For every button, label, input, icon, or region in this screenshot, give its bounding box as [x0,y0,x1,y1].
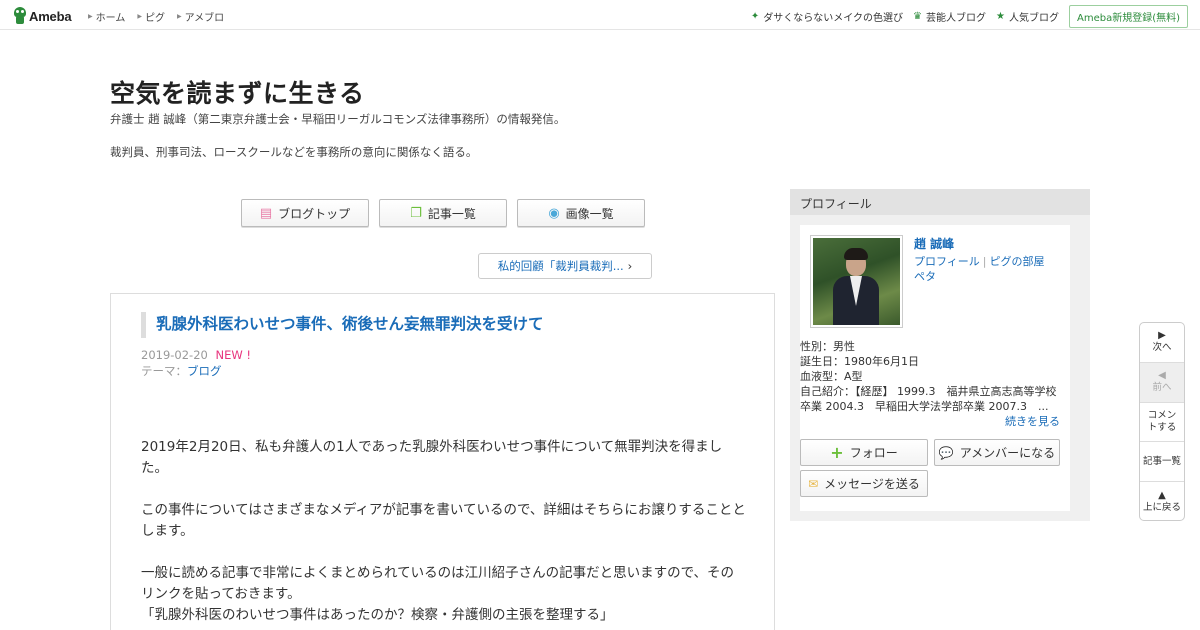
profile-intro: 自己紹介：【経歴】 1999.3 福井県立高志高等学校卒業 2004.3 早稲田… [800,385,1057,413]
link-makeup[interactable]: ✦ ダサくならないメイクの色選び [751,9,903,24]
sparkle-icon: ✦ [750,11,760,22]
prev-article-button[interactable]: ◀ 前へ [1140,362,1184,403]
ameba-mascot-icon [13,7,27,25]
next-label: 次へ [1152,342,1172,354]
blog-title[interactable]: 空気を読まずに生きる [110,74,365,110]
next-article-button[interactable]: ▶ 次へ [1140,323,1184,363]
top-bar: Ameba ▶ ホーム ▶ ピグ ▶ アメブロ ✦ ダサくならないメイクの色選び ♛ 芸能… [0,0,1200,30]
amember-label: アメンバーになる [959,446,1056,460]
article-list-float-button[interactable]: 記事一覧 [1140,442,1184,483]
triangle-up-icon: ▲ [1158,490,1166,502]
top-nav: ▶ ホーム ▶ ピグ ▶ アメブロ [88,9,236,24]
theme-label: テーマ： [141,364,187,378]
follow-label: フォロー [849,446,898,460]
link-celebrity-blog[interactable]: ♛ 芸能人ブログ [913,9,986,24]
follow-button[interactable]: + フォロー [800,439,928,466]
blog-description-2: 裁判員、刑事司法、ロースクールなどを事務所の意向に関係なく語る。 [110,145,478,159]
arrow-right-icon: ▶ [88,13,93,20]
avatar-photo [813,238,900,325]
article-date-line: 2019-02-20 NEW ! [141,348,251,362]
new-badge: NEW ! [215,348,252,362]
document-icon: ▤ [259,205,273,221]
article-body: 2019年2月20日、私も弁護人の1人であった乳腺外科医わいせつ事件について無罪… [141,437,746,626]
plus-icon: + [830,443,844,462]
chat-bubble-icon: 💬 [938,445,954,460]
previous-article-label: 私的回顧「裁判員裁判... [497,259,624,273]
profile-gender: 性別：男性 [800,340,855,353]
link-makeup-label: ダサくならないメイクの色選び [763,13,904,24]
crown-icon: ♛ [913,11,923,22]
comment-label: コメントする [1147,409,1177,433]
article: 乳腺外科医わいせつ事件、術後せん妄無罪判決を受けて 2019-02-20 NEW… [110,293,775,630]
theme-link[interactable]: ブログ [187,364,222,378]
profile-birthday: 誕生日：1980年6月1日 [800,355,919,368]
blog-top-button[interactable]: ▤ ブログトップ [241,199,369,227]
blog-top-label: ブログトップ [278,206,351,221]
camera-icon: ◉ [548,205,560,221]
image-list-button[interactable]: ◉ 画像一覧 [517,199,645,227]
profile-panel: プロフィール 趙 誠峰 プロフィール | ピグの部屋 ペタ 性別：男性 誕生日：19… [790,189,1090,521]
blog-description-1: 弁護士 趙 誠峰（第二東京弁護士会・早稲田リーガルコモンズ法律事務所）の情報発信… [110,112,566,126]
comment-button[interactable]: コメントする [1140,403,1184,443]
amember-button[interactable]: 💬 アメンバーになる [934,439,1060,466]
article-list-float-label: 記事一覧 [1142,455,1181,467]
nav-home[interactable]: ▶ ホーム [88,9,125,24]
previous-article-link[interactable]: 私的回顧「裁判員裁判... › [478,253,652,279]
arrow-right-icon: ▶ [137,13,142,20]
paragraph-2: この事件についてはさまざまなメディアが記事を書いているので、詳細はそちらにお譲り… [141,502,746,539]
nav-ameblo[interactable]: ▶ アメブロ [177,9,224,24]
link-popular-label: 人気ブログ [1008,13,1059,24]
play-left-icon: ◀ [1158,370,1166,382]
profile-header: プロフィール [790,189,1090,215]
paragraph-3: 一般に読める記事で非常によくまとめられているのは江川紹子さんの記事だと思いますの… [141,565,735,602]
nav-pigg[interactable]: ▶ ピグ [137,9,165,24]
copy-icon: ❐ [410,205,422,221]
profile-name[interactable]: 趙 誠峰 [914,235,954,252]
arrow-right-icon: ▶ [176,13,182,20]
profile-link[interactable]: プロフィール [914,255,980,268]
nav-home-label: ホーム [95,13,126,24]
paragraph-4: 「乳腺外科医のわいせつ事件はあったのか？検察・弁護側の主張を整理する」 [141,607,614,623]
peta-link[interactable]: ペタ [914,270,936,283]
paragraph-1: 2019年2月20日、私も弁護人の1人であった乳腺外科医わいせつ事件について無罪… [141,439,723,476]
article-list-button[interactable]: ❐ 記事一覧 [379,199,507,227]
profile-info: 性別：男性 誕生日：1980年6月1日 血液型：A型 自己紹介：【経歴】 199… [800,339,1062,414]
prev-label: 前へ [1152,382,1172,394]
floating-nav: ▶ 次へ ◀ 前へ コメントする 記事一覧 ▲ 上に戻る [1139,322,1185,521]
play-right-icon: ▶ [1158,330,1166,342]
link-celebrity-label: 芸能人ブログ [926,13,987,24]
register-button[interactable]: Ameba新規登録(無料) [1068,5,1188,28]
profile-blood-type: 血液型：A型 [800,370,863,383]
avatar[interactable] [810,235,903,328]
pigg-room-link[interactable]: ピグの部屋 [990,255,1045,268]
article-title[interactable]: 乳腺外科医わいせつ事件、術後せん妄無罪判決を受けて [141,312,544,338]
article-list-label: 記事一覧 [427,206,476,221]
send-message-label: メッセージを送る [824,477,920,491]
profile-content: 趙 誠峰 プロフィール | ピグの部屋 ペタ 性別：男性 誕生日：1980年6月1日… [800,225,1070,511]
send-message-button[interactable]: ✉ メッセージを送る [800,470,928,497]
logo-text: Ameba [29,8,72,24]
profile-links: プロフィール | ピグの部屋 ペタ [914,255,1045,283]
nav-pigg-label: ピグ [144,13,165,24]
nav-ameblo-label: アメブロ [184,13,225,24]
article-theme-line: テーマ：ブログ [141,363,222,379]
top-right-links: ✦ ダサくならないメイクの色選び ♛ 芸能人ブログ ★ 人気ブログ Ameba新規登録… [751,5,1188,28]
ameba-logo[interactable]: Ameba [13,6,72,26]
back-to-top-button[interactable]: ▲ 上に戻る [1140,482,1184,520]
envelope-icon: ✉ [808,476,819,491]
image-list-label: 画像一覧 [565,206,614,221]
star-icon: ★ [996,11,1005,22]
article-date: 2019-02-20 [141,348,208,362]
link-popular-blog[interactable]: ★ 人気ブログ [996,9,1059,24]
read-more-link[interactable]: 続きを見る [1005,413,1060,429]
chevron-right-icon: › [627,259,633,273]
back-to-top-label: 上に戻る [1142,502,1181,514]
